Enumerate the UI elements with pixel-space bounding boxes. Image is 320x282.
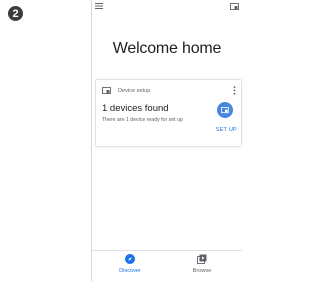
nav-item-browse[interactable]: Browse [172, 254, 232, 274]
cast-device-icon [102, 87, 111, 94]
nav-label-browse: Browse [192, 268, 212, 274]
nav-label-discover: Discover [119, 268, 141, 274]
set-up-button[interactable]: SET UP [216, 127, 237, 133]
top-app-bar [92, 0, 242, 14]
browse-stack-icon [197, 254, 207, 264]
cast-device-icon [221, 106, 229, 113]
card-header-label: Device setup [118, 88, 151, 94]
more-vert-icon[interactable] [233, 86, 236, 95]
setup-fab-button[interactable] [217, 102, 233, 118]
phone-screen: Welcome home Device setup 1 devices foun… [91, 0, 242, 282]
nav-item-discover[interactable]: Discover [100, 254, 160, 274]
step-number-badge: 2 [8, 6, 23, 21]
cast-device-icon[interactable] [230, 3, 239, 11]
card-header: Device setup [102, 86, 150, 96]
devices-found-subtitle: There are 1 device ready for set up [102, 117, 183, 123]
devices-found-title: 1 devices found [102, 103, 169, 114]
bottom-navigation: Discover Browse [92, 250, 242, 282]
device-setup-card: Device setup 1 devices found There are 1… [96, 80, 241, 146]
page-title: Welcome home [112, 40, 222, 57]
compass-icon [125, 254, 135, 264]
menu-icon[interactable] [95, 3, 103, 9]
